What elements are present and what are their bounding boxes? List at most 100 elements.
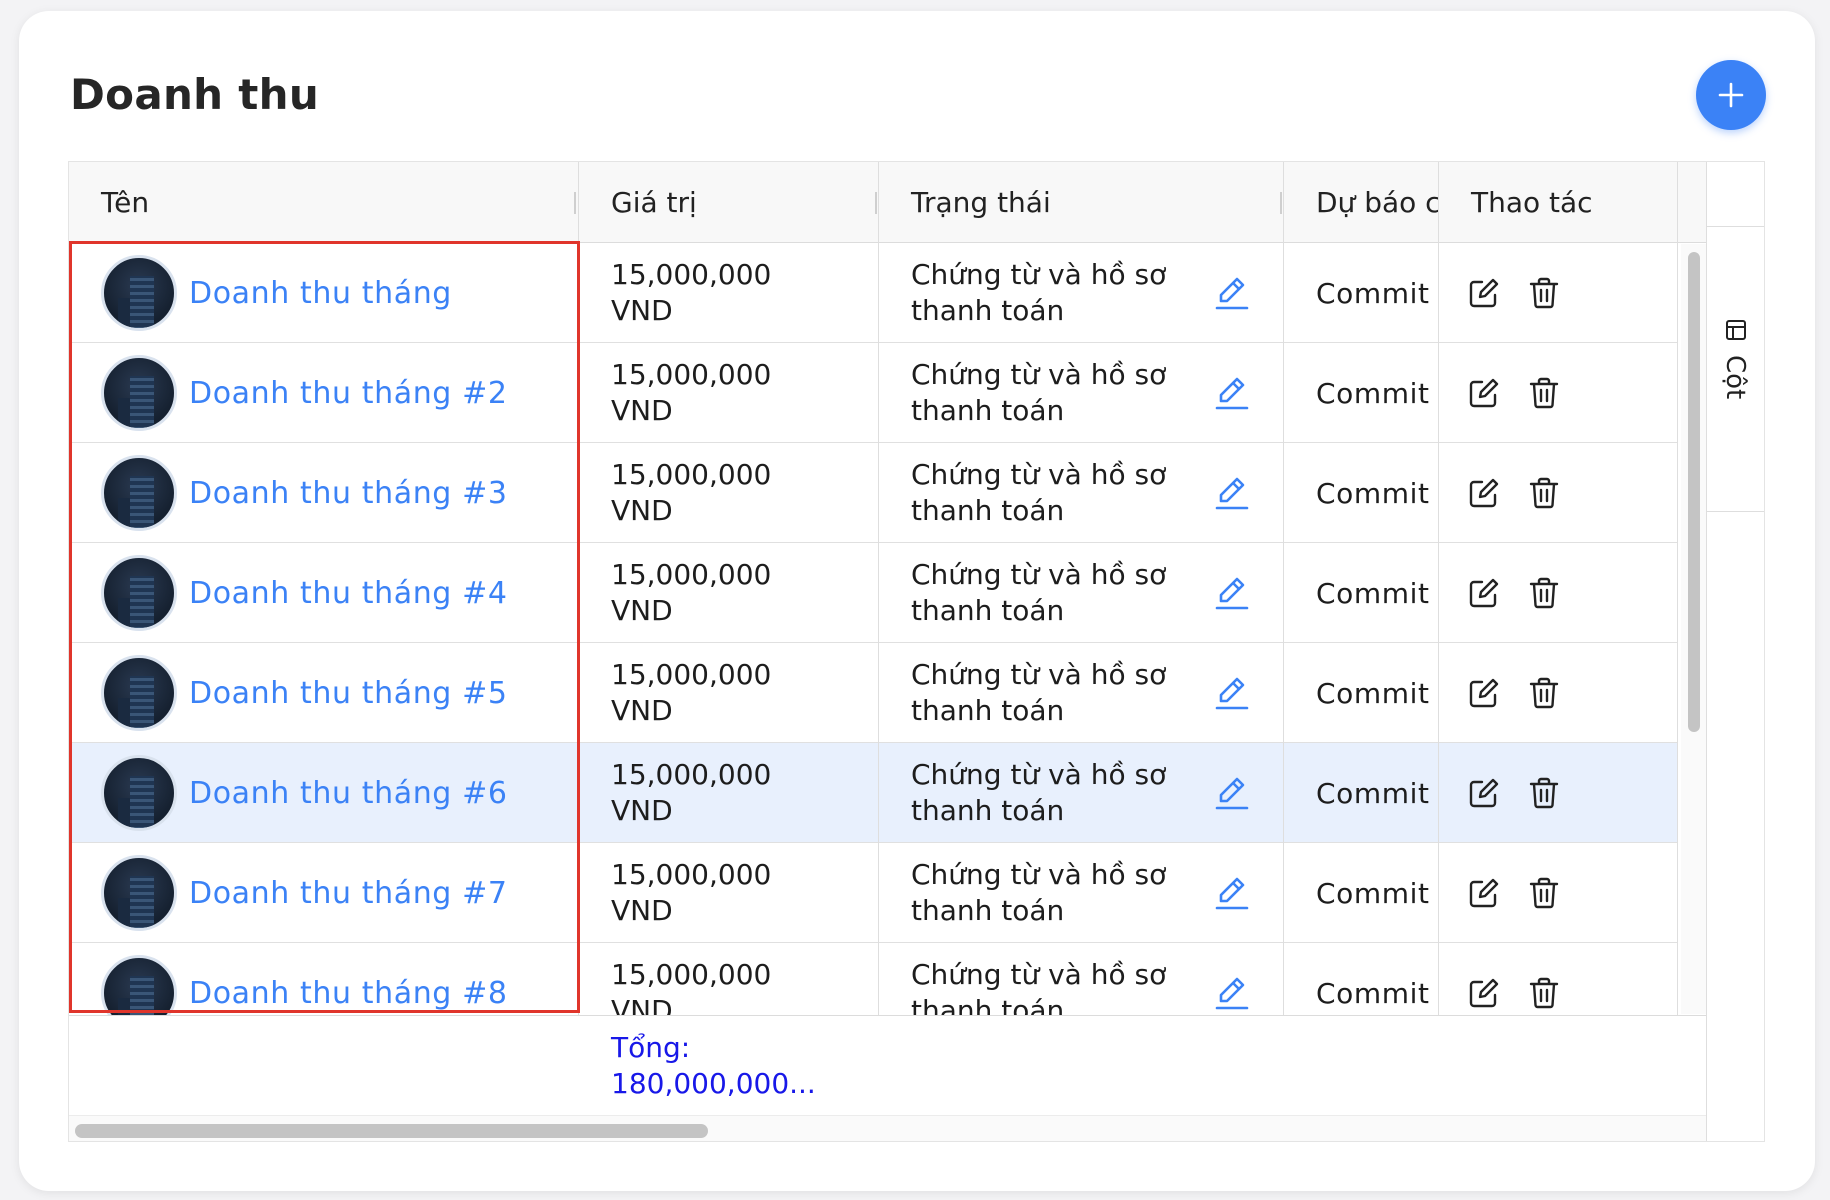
avatar [101, 555, 177, 631]
revenue-name-link[interactable]: Doanh thu tháng #5 [189, 676, 508, 711]
add-button[interactable] [1696, 60, 1766, 130]
delete-row-button[interactable] [1527, 876, 1561, 910]
actions-cell [1439, 543, 1677, 643]
edit-row-button[interactable] [1467, 676, 1501, 710]
pencil-icon [1215, 677, 1249, 710]
pencil-icon [1215, 377, 1249, 410]
table-header: Tên Giá trị Trạng thái Dự báo c Thao tác [69, 162, 1706, 243]
edit-row-button[interactable] [1467, 376, 1501, 410]
revenue-name-link[interactable]: Doanh thu tháng #8 [189, 976, 508, 1011]
forecast-cell: Commit [1316, 776, 1430, 810]
table-row[interactable]: Doanh thu tháng #7 15,000,000 VND Chứng … [69, 843, 1677, 943]
forecast-cell: Commit [1316, 976, 1430, 1010]
column-resize-handle[interactable] [875, 192, 877, 214]
delete-row-button[interactable] [1527, 776, 1561, 810]
column-header-forecast[interactable]: Dự báo c [1284, 162, 1439, 242]
edit-row-button[interactable] [1467, 276, 1501, 310]
edit-icon [1469, 978, 1499, 1008]
value-cell: 15,000,000 VND [611, 558, 772, 627]
name-cell: Doanh thu tháng #4 [69, 543, 579, 643]
edit-row-button[interactable] [1467, 776, 1501, 810]
total-value: Tổng: 180,000,000... [611, 1031, 816, 1100]
column-header-actions: Thao tác [1471, 185, 1593, 219]
table-row[interactable]: Doanh thu tháng 15,000,000 VND Chứng từ … [69, 243, 1677, 343]
edit-icon [1469, 878, 1499, 908]
name-cell: Doanh thu tháng [69, 243, 579, 343]
pencil-icon [1215, 777, 1249, 810]
delete-row-button[interactable] [1527, 476, 1561, 510]
table-footer: Tổng: 180,000,000... [69, 1015, 1706, 1115]
table-row[interactable]: Doanh thu tháng #6 15,000,000 VND Chứng … [69, 743, 1677, 843]
name-cell: Doanh thu tháng #8 [69, 943, 579, 1015]
revenue-name-link[interactable]: Doanh thu tháng #2 [189, 376, 508, 411]
columns-tab-label: Cột [1720, 355, 1750, 400]
name-cell: Doanh thu tháng #6 [69, 743, 579, 843]
column-divider [1283, 162, 1284, 1115]
name-cell: Doanh thu tháng #3 [69, 443, 579, 543]
column-header-value[interactable]: Giá trị [579, 162, 879, 242]
table-row[interactable]: Doanh thu tháng #2 15,000,000 VND Chứng … [69, 343, 1677, 443]
edit-row-button[interactable] [1467, 576, 1501, 610]
revenue-name-link[interactable]: Doanh thu tháng #6 [189, 776, 508, 811]
trash-icon [1529, 377, 1559, 409]
table-row[interactable]: Doanh thu tháng #3 15,000,000 VND Chứng … [69, 443, 1677, 543]
column-resize-handle[interactable] [1280, 192, 1282, 214]
edit-row-button[interactable] [1467, 976, 1501, 1010]
edit-icon [1469, 578, 1499, 608]
edit-status-button[interactable] [1211, 973, 1251, 1013]
edit-icon [1469, 678, 1499, 708]
edit-status-button[interactable] [1211, 273, 1251, 313]
column-divider [1677, 162, 1678, 1115]
value-cell: 15,000,000 VND [611, 958, 772, 1015]
vertical-scrollbar-thumb[interactable] [1688, 252, 1700, 732]
forecast-cell: Commit [1316, 576, 1430, 610]
table-row[interactable]: Doanh thu tháng #8 15,000,000 VND Chứng … [69, 943, 1677, 1015]
actions-cell [1439, 443, 1677, 543]
edit-row-button[interactable] [1467, 476, 1501, 510]
delete-row-button[interactable] [1527, 576, 1561, 610]
forecast-cell: Commit [1316, 676, 1430, 710]
revenue-name-link[interactable]: Doanh thu tháng [189, 276, 452, 311]
edit-status-button[interactable] [1211, 773, 1251, 813]
table-row[interactable]: Doanh thu tháng #4 15,000,000 VND Chứng … [69, 543, 1677, 643]
revenue-name-link[interactable]: Doanh thu tháng #4 [189, 576, 508, 611]
edit-status-button[interactable] [1211, 473, 1251, 513]
delete-row-button[interactable] [1527, 376, 1561, 410]
actions-cell [1439, 743, 1677, 843]
delete-row-button[interactable] [1527, 976, 1561, 1010]
column-resize-handle[interactable] [574, 192, 576, 214]
column-header-name[interactable]: Tên [69, 162, 579, 242]
revenue-name-link[interactable]: Doanh thu tháng #7 [189, 876, 508, 911]
vertical-scrollbar[interactable] [1681, 244, 1706, 1014]
value-cell: 15,000,000 VND [611, 358, 772, 427]
horizontal-scrollbar[interactable] [69, 1115, 1706, 1141]
edit-status-button[interactable] [1211, 373, 1251, 413]
edit-status-button[interactable] [1211, 873, 1251, 913]
actions-cell [1439, 343, 1677, 443]
edit-status-button[interactable] [1211, 673, 1251, 713]
horizontal-scrollbar-thumb[interactable] [75, 1124, 708, 1138]
avatar [101, 855, 177, 931]
pencil-icon [1215, 877, 1249, 910]
edit-icon [1469, 278, 1499, 308]
edit-row-button[interactable] [1467, 876, 1501, 910]
delete-row-button[interactable] [1527, 676, 1561, 710]
pencil-icon [1215, 577, 1249, 610]
side-panel: Cột [1706, 162, 1764, 1141]
trash-icon [1529, 477, 1559, 509]
trash-icon [1529, 777, 1559, 809]
column-header-status[interactable]: Trạng thái [879, 162, 1284, 242]
delete-row-button[interactable] [1527, 276, 1561, 310]
pencil-icon [1215, 477, 1249, 510]
avatar [101, 655, 177, 731]
value-cell: 15,000,000 VND [611, 858, 772, 927]
edit-icon [1469, 378, 1499, 408]
columns-panel-tab[interactable]: Cột [1707, 226, 1764, 512]
name-cell: Doanh thu tháng #7 [69, 843, 579, 943]
revenue-name-link[interactable]: Doanh thu tháng #3 [189, 476, 508, 511]
edit-status-button[interactable] [1211, 573, 1251, 613]
avatar [101, 255, 177, 331]
value-cell: 15,000,000 VND [611, 758, 772, 827]
table-row[interactable]: Doanh thu tháng #5 15,000,000 VND Chứng … [69, 643, 1677, 743]
pencil-icon [1215, 977, 1249, 1010]
